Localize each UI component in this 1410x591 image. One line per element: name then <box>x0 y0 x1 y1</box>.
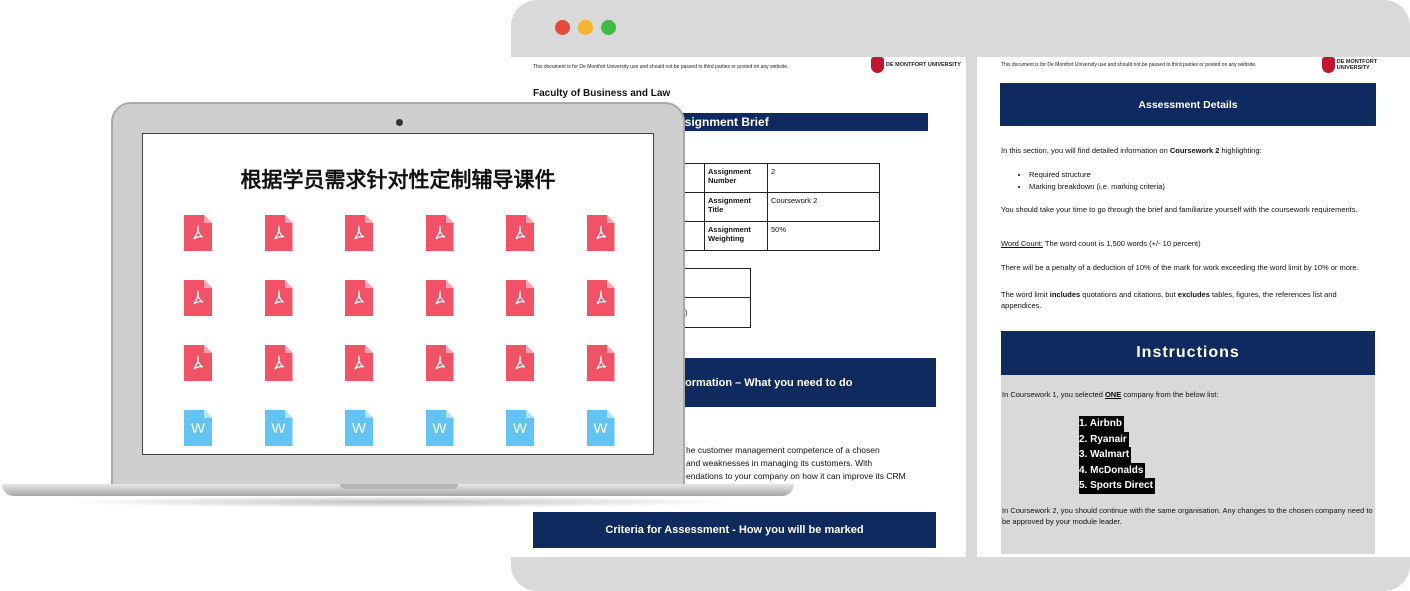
laptop-notch <box>340 484 458 489</box>
intro-text: In this section, you will find detailed … <box>1001 146 1262 155</box>
university-logo: DE MONTFORT UNIVERSITY <box>1322 57 1410 73</box>
pdf-icon[interactable] <box>506 280 534 316</box>
word-icon[interactable]: W <box>586 410 615 446</box>
disclaimer: This document is for De Montfort Univers… <box>1001 62 1257 68</box>
pdf-icon[interactable] <box>264 345 293 381</box>
file-icon-grid: WWWWWW <box>184 215 615 446</box>
word-icon[interactable]: W <box>506 410 534 446</box>
instructions-section: Instructions In Coursework 1, you select… <box>1001 331 1375 554</box>
maximize-button[interactable] <box>601 20 616 35</box>
close-button[interactable] <box>555 20 570 35</box>
courseware-title: 根据学员需求针对性定制辅导课件 <box>240 168 556 192</box>
pdf-icon[interactable] <box>425 215 454 251</box>
university-logo: DE MONTFORT UNIVERSITY <box>871 57 961 73</box>
word-icon[interactable]: W <box>345 410 373 446</box>
word-icon[interactable]: W <box>264 410 293 446</box>
minimize-button[interactable] <box>578 20 593 35</box>
list-item: 1. Airbnb <box>1079 416 1124 432</box>
pdf-icon[interactable] <box>345 215 373 251</box>
company-list: 1. Airbnb 2. Ryanair 3. Walmart 4. McDon… <box>1079 416 1155 494</box>
criteria-heading: Criteria for Assessment - How you will b… <box>533 512 936 548</box>
pdf-icon[interactable] <box>345 280 373 316</box>
pdf-icon[interactable] <box>264 215 293 251</box>
university-crest-icon <box>1322 57 1335 73</box>
faculty-title: Faculty of Business and Law <box>533 88 671 99</box>
list-item: 3. Walmart <box>1079 447 1132 463</box>
word-icon[interactable]: W <box>425 410 454 446</box>
pdf-icon[interactable] <box>425 280 454 316</box>
assessment-details-heading: Assessment Details <box>1000 83 1376 126</box>
logo-text: DE MONTFORT UNIVERSITY <box>886 62 961 68</box>
pdf-icon[interactable] <box>345 345 373 381</box>
pdf-icon[interactable] <box>184 215 212 251</box>
word-count-text: Word Count: The word count is 1,500 word… <box>1001 239 1201 248</box>
disclaimer: This document is for De Montfort Univers… <box>533 64 789 70</box>
coursework1-text: In Coursework 1, you selected ONE compan… <box>1002 390 1219 399</box>
pdf-icon[interactable] <box>184 345 212 381</box>
window-controls <box>555 20 616 35</box>
university-crest-icon <box>871 57 884 73</box>
list-item: 5. Sports Direct <box>1079 478 1155 494</box>
pdf-icon[interactable] <box>586 345 615 381</box>
task-description: he customer management competence of a c… <box>686 445 906 481</box>
pdf-icon[interactable] <box>425 345 454 381</box>
pdf-icon[interactable] <box>264 280 293 316</box>
pdf-icon[interactable] <box>586 215 615 251</box>
requirements-list: Required structure Marking breakdown (i.… <box>1029 169 1165 193</box>
pdf-icon[interactable] <box>586 280 615 316</box>
camera-icon <box>396 119 403 126</box>
word-limit-text: The word limit includes quotations and c… <box>1001 290 1337 310</box>
penalty-text: There will be a penalty of a deduction o… <box>1001 263 1359 272</box>
pdf-icon[interactable] <box>506 345 534 381</box>
laptop-shadow <box>60 496 740 508</box>
laptop-screen: 根据学员需求针对性定制辅导课件 W W W W W W <box>142 133 654 455</box>
logo-text: DE MONTFORT UNIVERSITY <box>1336 59 1378 71</box>
list-item: 2. Ryanair <box>1079 431 1129 447</box>
laptop: 根据学员需求针对性定制辅导课件 W W W W W W <box>111 102 685 486</box>
instructions-heading: Instructions <box>1001 331 1375 375</box>
document-page-right: This document is for De Montfort Univers… <box>977 57 1410 557</box>
list-item: Required structure <box>1029 169 1165 181</box>
time-text: You should take your time to go through … <box>1001 205 1358 214</box>
pdf-icon[interactable] <box>184 280 212 316</box>
word-icon[interactable]: W <box>184 410 212 446</box>
list-item: Marking breakdown (i.e. marking criteria… <box>1029 181 1165 193</box>
laptop-base <box>2 484 794 496</box>
pdf-icon[interactable] <box>506 215 534 251</box>
list-item: 4. McDonalds <box>1079 462 1146 478</box>
coursework2-text: In Coursework 2, you should continue wit… <box>1002 506 1373 526</box>
